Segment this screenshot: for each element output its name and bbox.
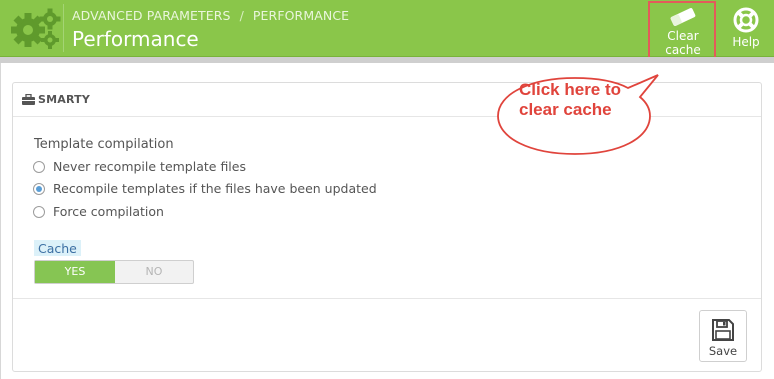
breadcrumb-item-performance: PERFORMANCE bbox=[252, 8, 350, 23]
content-left-border bbox=[0, 63, 1, 379]
header-divider bbox=[63, 4, 64, 52]
cache-no-option[interactable]: NO bbox=[115, 261, 193, 283]
radio-button[interactable] bbox=[33, 206, 45, 218]
radio-label: Force compilation bbox=[53, 204, 164, 219]
callout-line-2: clear cache bbox=[519, 100, 612, 119]
callout-text: Click here to clear cache bbox=[519, 80, 639, 120]
header-separator-strip bbox=[0, 57, 774, 63]
radio-button[interactable] bbox=[33, 161, 45, 173]
panel-title: SMARTY bbox=[38, 93, 91, 106]
gears-icon bbox=[11, 8, 61, 49]
clear-cache-highlight bbox=[648, 1, 716, 61]
cache-yes-option[interactable]: YES bbox=[35, 261, 115, 283]
callout-line-1: Click here to bbox=[519, 80, 622, 99]
cache-label: Cache bbox=[34, 240, 81, 256]
help-label: Help bbox=[732, 35, 760, 49]
breadcrumb-separator: / bbox=[239, 8, 244, 23]
breadcrumb-item-advanced-parameters[interactable]: ADVANCED PARAMETERS bbox=[72, 8, 231, 23]
page-title: Performance bbox=[72, 27, 199, 51]
radio-button-selected[interactable] bbox=[33, 183, 45, 195]
save-icon bbox=[712, 319, 734, 341]
save-label: Save bbox=[708, 344, 738, 358]
cache-toggle[interactable]: YES NO bbox=[34, 260, 194, 284]
save-button[interactable]: Save bbox=[699, 310, 747, 362]
help-lifebuoy-icon bbox=[733, 7, 759, 33]
breadcrumb: ADVANCED PARAMETERS / PERFORMANCE bbox=[72, 8, 349, 23]
panel-footer-divider bbox=[13, 298, 761, 299]
radio-label: Recompile templates if the files have be… bbox=[53, 181, 377, 196]
help-button[interactable]: Help bbox=[729, 7, 763, 49]
template-compilation-label: Template compilation bbox=[34, 137, 174, 152]
radio-label: Never recompile template files bbox=[53, 159, 246, 174]
briefcase-icon bbox=[22, 94, 35, 105]
